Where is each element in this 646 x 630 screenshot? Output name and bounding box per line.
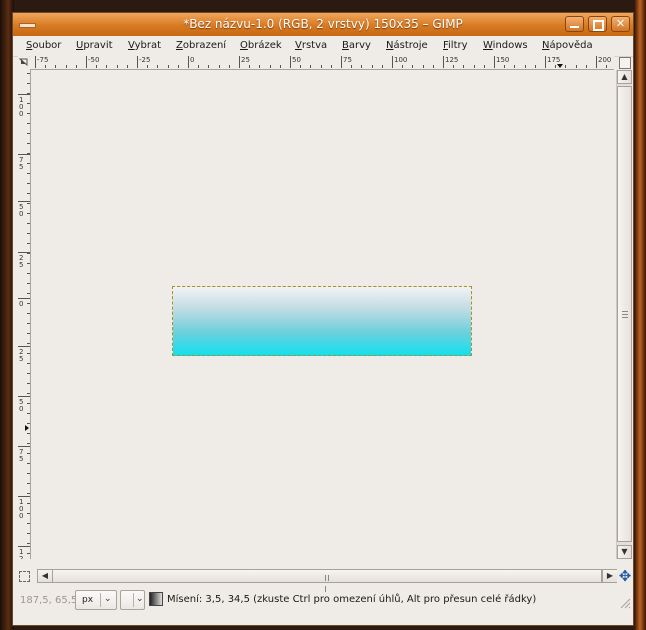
ruler-label: 50 (292, 56, 301, 64)
menu-item-barvy[interactable]: Barvy (342, 40, 371, 51)
horizontal-ruler[interactable]: -75 -50 -25 0 25 50 75 100 125 150 175 200 (30, 56, 614, 70)
pointer-marker-icon (25, 425, 29, 431)
ruler-label: 25 (241, 56, 250, 64)
menu-item-windows[interactable]: Windows (483, 40, 528, 51)
grip-icon (325, 573, 332, 592)
blend-tool-icon (149, 592, 163, 606)
status-message: Mísení: 3,5, 34,5 (zkuste Ctrl pro omeze… (167, 594, 537, 605)
menu-item-vrstva[interactable]: Vrstva (295, 40, 327, 51)
status-bar: 187,5, 65,5 px ⌄ ⌄ Mísení: 3,5, 34,5 (zk… (13, 587, 633, 613)
zoom-navigation-icon[interactable] (619, 57, 631, 69)
close-icon[interactable]: ✕ (611, 16, 630, 32)
menu-item-upravit[interactable]: Upravit (76, 40, 113, 51)
chevron-down-icon: ⌄ (104, 594, 112, 604)
ruler-label: 100 (19, 498, 24, 520)
ruler-label: 0 (190, 56, 195, 64)
menu-item-soubor[interactable]: Soubor (26, 40, 61, 51)
unit-value: px (82, 595, 94, 605)
horizontal-scroll-thumb[interactable] (52, 570, 602, 592)
ruler-label: 50 (19, 203, 24, 218)
pointer-marker-icon (557, 64, 563, 68)
ruler-label: -50 (88, 56, 100, 64)
ruler-label: 125 (19, 548, 24, 560)
scroll-down-icon[interactable]: ▼ (617, 545, 632, 559)
ruler-label: 50 (19, 398, 24, 413)
horizontal-scrollbar[interactable]: ◀ ▶ (37, 569, 617, 592)
menu-item-filtry[interactable]: Filtry (443, 40, 468, 51)
menu-item-vybrat[interactable]: Vybrat (128, 40, 161, 51)
ruler-label: 75 (343, 56, 352, 64)
menu-item-obrázek[interactable]: Obrázek (240, 40, 282, 51)
ruler-label: 100 (394, 56, 408, 64)
vertical-scrollbar[interactable]: ▲ ▼ (616, 70, 632, 559)
ruler-label: 125 (445, 56, 459, 64)
scroll-left-icon[interactable]: ◀ (38, 570, 53, 582)
unit-selector[interactable]: px ⌄ (75, 590, 117, 610)
zoom-selector[interactable]: ⌄ (120, 590, 145, 610)
navigate-icon[interactable]: ✥ (617, 569, 633, 585)
vertical-ruler[interactable]: 100 75 50 25 0 25 50 75 100 125 (18, 69, 31, 559)
ruler-label: 175 (547, 56, 561, 64)
scroll-up-icon[interactable]: ▲ (617, 70, 632, 84)
desktop-background-right (634, 0, 646, 630)
menu-item-nápověda[interactable]: Nápověda (542, 40, 593, 51)
minimize-icon[interactable] (565, 16, 584, 32)
ruler-label: -75 (37, 56, 49, 64)
horizontal-scroll-row: ◀ ▶ ✥ (13, 569, 633, 592)
window-title: *Bez názvu-1.0 (RGB, 2 vrstvy) 150x35 – … (183, 17, 463, 31)
ruler-label: 75 (19, 156, 24, 171)
selection-marquee-highlight (172, 286, 472, 356)
ruler-corner-icon[interactable] (18, 56, 29, 68)
gimp-image-window: *Bez názvu-1.0 (RGB, 2 vrstvy) 150x35 – … (12, 12, 634, 626)
ruler-label: 0 (19, 300, 24, 308)
ruler-label: 25 (19, 348, 24, 363)
resize-grip-icon[interactable] (619, 597, 631, 609)
chevron-down-icon: ⌄ (136, 594, 144, 604)
quick-mask-icon[interactable] (19, 571, 30, 582)
ruler-label: 200 (598, 56, 612, 64)
ruler-label: 150 (496, 56, 510, 64)
maximize-icon[interactable] (588, 16, 607, 32)
vertical-scroll-thumb[interactable] (617, 86, 632, 542)
scroll-right-icon[interactable]: ▶ (602, 570, 617, 582)
ruler-label: 25 (19, 254, 24, 269)
menu-bar: Soubor Upravit Vybrat Zobrazení Obrázek Vrstv… (13, 36, 633, 57)
menu-item-zobrazení[interactable]: Zobrazení (176, 40, 226, 51)
grip-icon (622, 311, 628, 318)
ruler-label: 100 (19, 96, 24, 118)
ruler-label: 75 (19, 448, 24, 463)
image-canvas[interactable] (31, 70, 614, 559)
menu-item-nástroje[interactable]: Nástroje (386, 40, 428, 51)
pointer-coordinates: 187,5, 65,5 (20, 595, 78, 606)
ruler-label: -25 (139, 56, 151, 64)
title-bar[interactable]: *Bez názvu-1.0 (RGB, 2 vrstvy) 150x35 – … (13, 13, 633, 37)
